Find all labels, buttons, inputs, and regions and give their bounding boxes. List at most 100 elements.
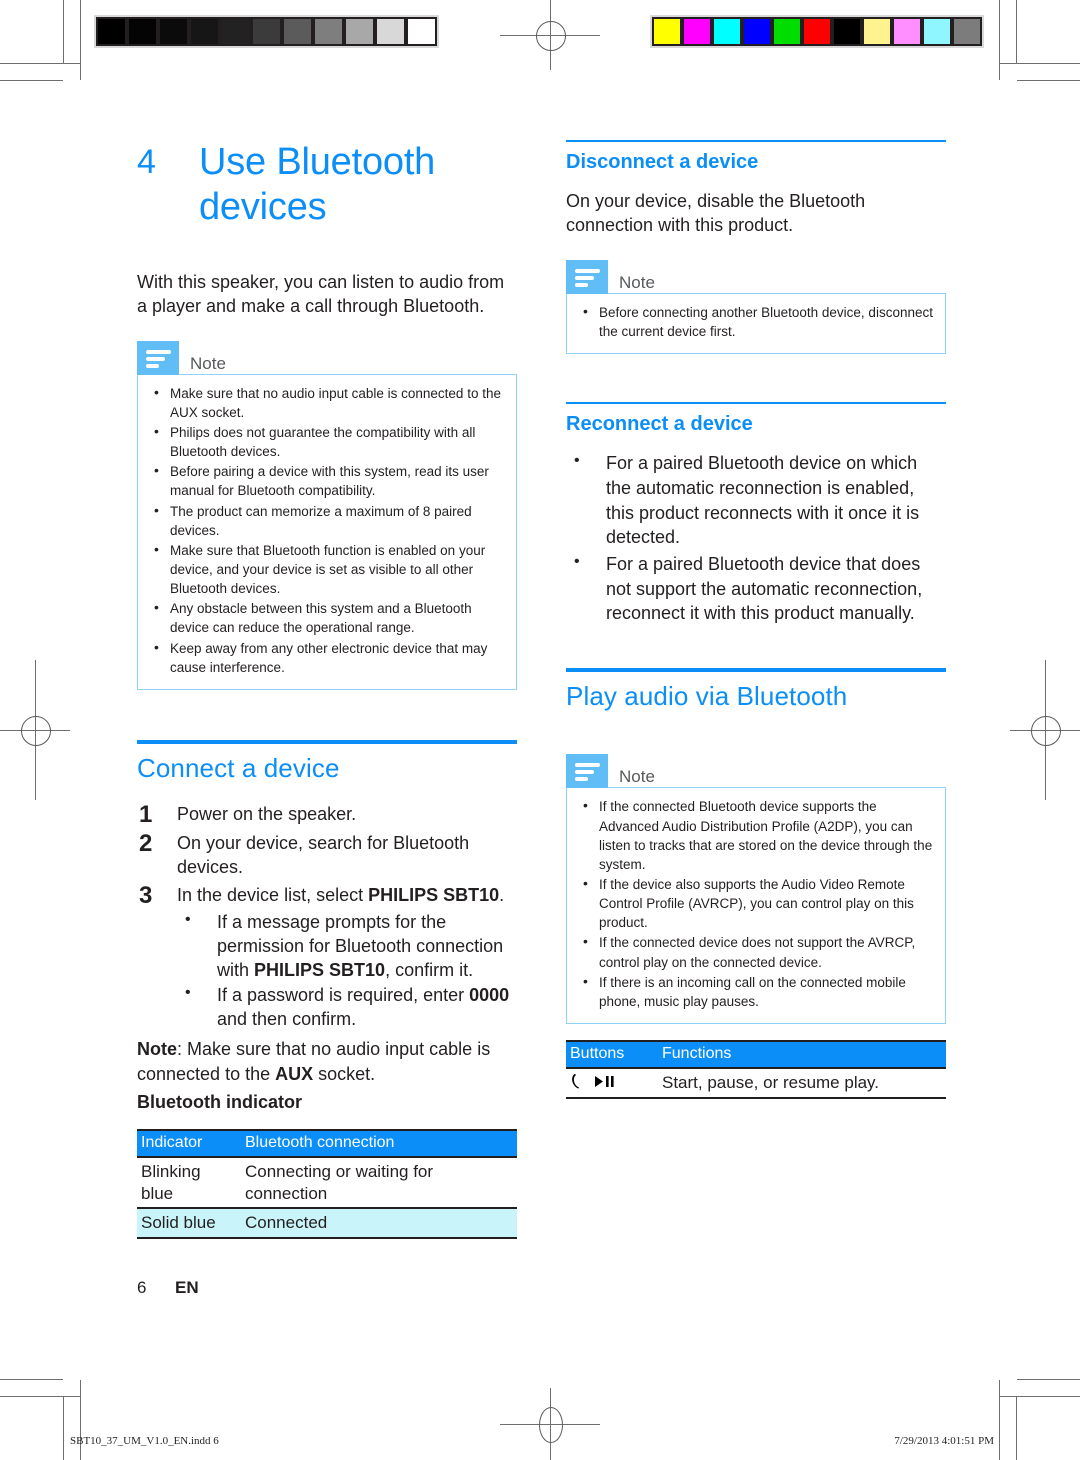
note-label: Note [619, 767, 655, 787]
reconnect-a-device-section: Reconnect a device [566, 402, 946, 437]
bleed-frame-top-right-h [1000, 63, 1080, 64]
note-list-item: Make sure that no audio input cable is c… [150, 383, 504, 422]
cell-indicator-solid: Solid blue [137, 1208, 241, 1240]
color-swatch [652, 17, 682, 46]
step-3-number: 3 [139, 882, 153, 910]
substep-password-value: 0000 [469, 984, 510, 1005]
table-row: Blinking blue Connecting or waiting for … [137, 1156, 517, 1210]
language-code: EN [175, 1278, 199, 1297]
step-3-text-post: . [499, 885, 505, 906]
substep-password: If a password is required, enter 0000 an… [177, 982, 517, 1032]
table-header-row: Indicator Bluetooth connection [137, 1128, 517, 1158]
step-2-text: On your device, search for Bluetooth dev… [177, 832, 470, 878]
grayscale-swatch [313, 17, 344, 46]
registration-mark-right-center [1010, 660, 1080, 800]
crop-mark-top-right-v [1016, 0, 1017, 63]
note-label: Note [190, 353, 226, 373]
note-list-item: If the connected device does not support… [579, 932, 933, 971]
reconnect-bullet-list: For a paired Bluetooth device on which t… [566, 450, 946, 626]
bleed-frame-top-left-h [0, 63, 80, 64]
column-header-buttons: Buttons [566, 1040, 658, 1070]
color-calibration-bar [650, 15, 984, 48]
grayscale-swatch [220, 17, 251, 46]
step-3-device-name: PHILIPS SBT10 [368, 885, 500, 906]
color-swatch [772, 17, 802, 46]
bleed-frame-bottom-left-v [80, 1380, 81, 1460]
table-row: Solid blue Connected [137, 1208, 517, 1240]
table-row: Start, pause, or resume play. [566, 1068, 946, 1100]
right-column: Disconnect a device On your device, disa… [566, 140, 946, 1100]
note-label: Note [619, 272, 655, 292]
note-list-item: If the connected Bluetooth device suppor… [579, 796, 933, 874]
crop-mark-top-left-v [63, 0, 64, 63]
step-1-text: Power on the speaker. [177, 804, 357, 825]
play-audio-heading: Play audio via Bluetooth [566, 680, 848, 711]
cell-function-play: Start, pause, or resume play. [658, 1068, 946, 1100]
grayscale-calibration-bar [94, 15, 439, 48]
note-body: If the connected Bluetooth device suppor… [566, 787, 946, 1025]
note-icon [566, 259, 608, 294]
buttons-functions-table: Buttons Functions Start, pause, or resum… [566, 1040, 946, 1100]
chapter-title: 4 Use Bluetooth devices [137, 140, 517, 230]
printed-page: 4 Use Bluetooth devices With this speake… [0, 0, 1080, 1460]
step-2: 2 On your device, search for Bluetooth d… [137, 830, 517, 880]
chapter-number: 4 [137, 143, 156, 181]
color-swatch [682, 17, 712, 46]
grayscale-swatch [189, 17, 220, 46]
note-header: Note [566, 754, 946, 789]
color-swatch [892, 17, 922, 46]
grayscale-swatch [375, 17, 406, 46]
color-swatch [952, 17, 982, 46]
bleed-frame-bottom-left-h [0, 1396, 80, 1397]
connect-inline-note-label: Note [137, 1039, 177, 1060]
chapter-title-text: Use Bluetooth devices [199, 141, 436, 228]
note-list-item: Make sure that Bluetooth function is ena… [150, 540, 504, 598]
note-icon [137, 340, 179, 375]
grayscale-swatch [96, 17, 127, 46]
color-swatch [712, 17, 742, 46]
note-list-item: Before pairing a device with this system… [150, 461, 504, 500]
color-swatch [862, 17, 892, 46]
cell-indicator-blinking: Blinking blue [137, 1156, 241, 1210]
play-audio-section: Play audio via Bluetooth [566, 667, 946, 713]
substep-permission-b: , confirm it. [385, 960, 474, 981]
step-3-text-pre: In the device list, select [177, 885, 369, 906]
color-swatch [832, 17, 862, 46]
disconnect-a-device-section: Disconnect a device [566, 140, 946, 175]
folio: 6 EN [137, 1278, 199, 1298]
phone-handset-icon [572, 1074, 580, 1089]
registration-mark-bottom-center [500, 1388, 600, 1460]
crop-mark-top-right-h [1017, 80, 1080, 81]
bluetooth-indicator-heading: Bluetooth indicator [137, 1092, 302, 1113]
note-body: Before connecting another Bluetooth devi… [566, 292, 946, 355]
note-icon [566, 754, 608, 789]
crop-mark-top-left-h [0, 80, 63, 81]
registration-mark-left-center [0, 660, 70, 800]
cell-button-glyph [566, 1068, 658, 1100]
step-1: 1 Power on the speaker. [137, 801, 517, 828]
color-swatch [742, 17, 772, 46]
note-header: Note [137, 340, 517, 375]
substep-permission-device: PHILIPS SBT10 [254, 960, 386, 981]
note-list-item: Any obstacle between this system and a B… [150, 598, 504, 637]
note-box-bluetooth-general: Note Make sure that no audio input cable… [137, 340, 517, 690]
connect-inline-note: Note: Make sure that no audio input cabl… [137, 1037, 517, 1086]
grayscale-swatch [158, 17, 189, 46]
substep-password-a: If a password is required, enter [217, 984, 470, 1005]
connect-inline-note-aux: AUX [275, 1063, 314, 1084]
note-list-item: The product can memorize a maximum of 8 … [150, 501, 504, 540]
list-item: For a paired Bluetooth device on which t… [566, 450, 946, 550]
note-body: Make sure that no audio input cable is c… [137, 373, 517, 690]
note-list-item: If the device also supports the Audio Vi… [579, 874, 933, 932]
note-box-disconnect: Note Before connecting another Bluetooth… [566, 259, 946, 355]
column-header-indicator: Indicator [137, 1128, 241, 1158]
crop-mark-bottom-right-h [1017, 1379, 1080, 1380]
chapter-intro: With this speaker, you can listen to aud… [137, 271, 505, 317]
crop-mark-bottom-left-h [0, 1379, 63, 1380]
connect-steps: 1 Power on the speaker. 2 On your device… [137, 801, 517, 1032]
substep-password-b: and then confirm. [217, 1008, 357, 1029]
print-footer-filename: SBT10_37_UM_V1.0_EN.indd 6 [70, 1435, 219, 1447]
print-footer-timestamp: 7/29/2013 4:01:51 PM [894, 1435, 994, 1447]
color-swatch [922, 17, 952, 46]
page-number: 6 [137, 1278, 147, 1297]
